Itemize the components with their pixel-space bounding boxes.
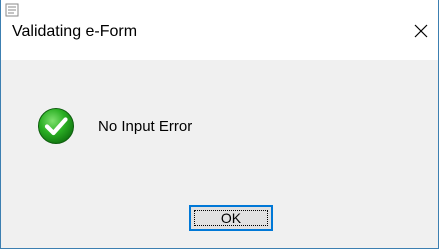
ok-button-label: OK [220,210,242,226]
close-button[interactable] [404,14,438,48]
validation-dialog: Validating e-Form No Input Error OK [0,0,439,249]
status-message: No Input Error [98,118,193,135]
check-icon [38,108,74,144]
window-title: Validating e-Form [12,23,138,40]
app-icon [5,3,19,17]
close-icon [414,24,428,38]
title-bar[interactable]: Validating e-Form [1,0,438,60]
dialog-body: No Input Error OK [1,60,438,248]
ok-button[interactable]: OK [189,205,273,231]
